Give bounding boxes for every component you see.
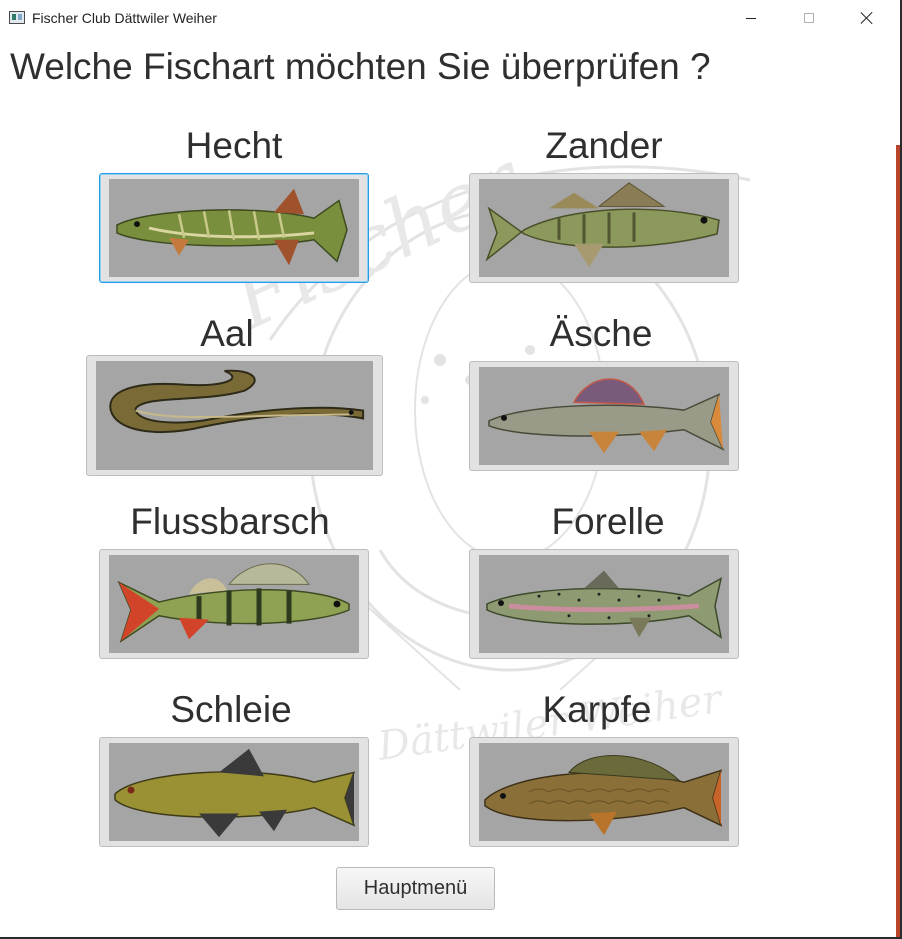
pike-image bbox=[109, 179, 359, 277]
grayling-image bbox=[479, 367, 729, 465]
fish-label-zander: Zander bbox=[545, 125, 663, 166]
fish-button-hecht[interactable] bbox=[99, 173, 369, 283]
eel-image bbox=[96, 361, 373, 470]
title-bar[interactable]: Fischer Club Dättwiler Weiher bbox=[0, 0, 900, 36]
maximize-icon bbox=[804, 13, 814, 23]
fish-label-schleie: Schleie bbox=[170, 689, 292, 730]
fish-label-aal: Aal bbox=[200, 313, 254, 354]
page-title: Welche Fischart möchten Sie überprüfen ? bbox=[10, 46, 711, 87]
fish-button-forelle[interactable] bbox=[469, 549, 739, 659]
close-icon bbox=[860, 11, 874, 25]
app-window-icon bbox=[9, 11, 25, 24]
tench-image bbox=[109, 743, 359, 841]
close-button[interactable] bbox=[838, 0, 896, 36]
fish-label-aesche: Äsche bbox=[549, 313, 653, 354]
fish-label-flussbarsch: Flussbarsch bbox=[130, 501, 330, 542]
fish-button-karpfe[interactable] bbox=[469, 737, 739, 847]
window-edge-accent bbox=[896, 145, 900, 937]
fish-label-hecht: Hecht bbox=[185, 125, 283, 166]
trout-image bbox=[479, 555, 729, 653]
window-title: Fischer Club Dättwiler Weiher bbox=[32, 10, 217, 26]
fish-label-karpfe: Karpfe bbox=[542, 689, 652, 730]
perch-image bbox=[109, 555, 359, 653]
minimize-icon bbox=[746, 17, 756, 19]
carp-image bbox=[479, 743, 729, 841]
fish-label-forelle: Forelle bbox=[551, 501, 665, 542]
zander-image bbox=[479, 179, 729, 277]
app-window: Fischer Club Dättwiler Weiher Fischer Dä… bbox=[0, 0, 902, 939]
minimize-button[interactable] bbox=[722, 0, 780, 36]
fish-button-aal[interactable] bbox=[86, 355, 383, 476]
fish-button-schleie[interactable] bbox=[99, 737, 369, 847]
fish-button-aesche[interactable] bbox=[469, 361, 739, 471]
fish-button-flussbarsch[interactable] bbox=[99, 549, 369, 659]
fish-button-zander[interactable] bbox=[469, 173, 739, 283]
maximize-button[interactable] bbox=[780, 0, 838, 36]
main-menu-button[interactable]: Hauptmenü bbox=[336, 867, 495, 910]
